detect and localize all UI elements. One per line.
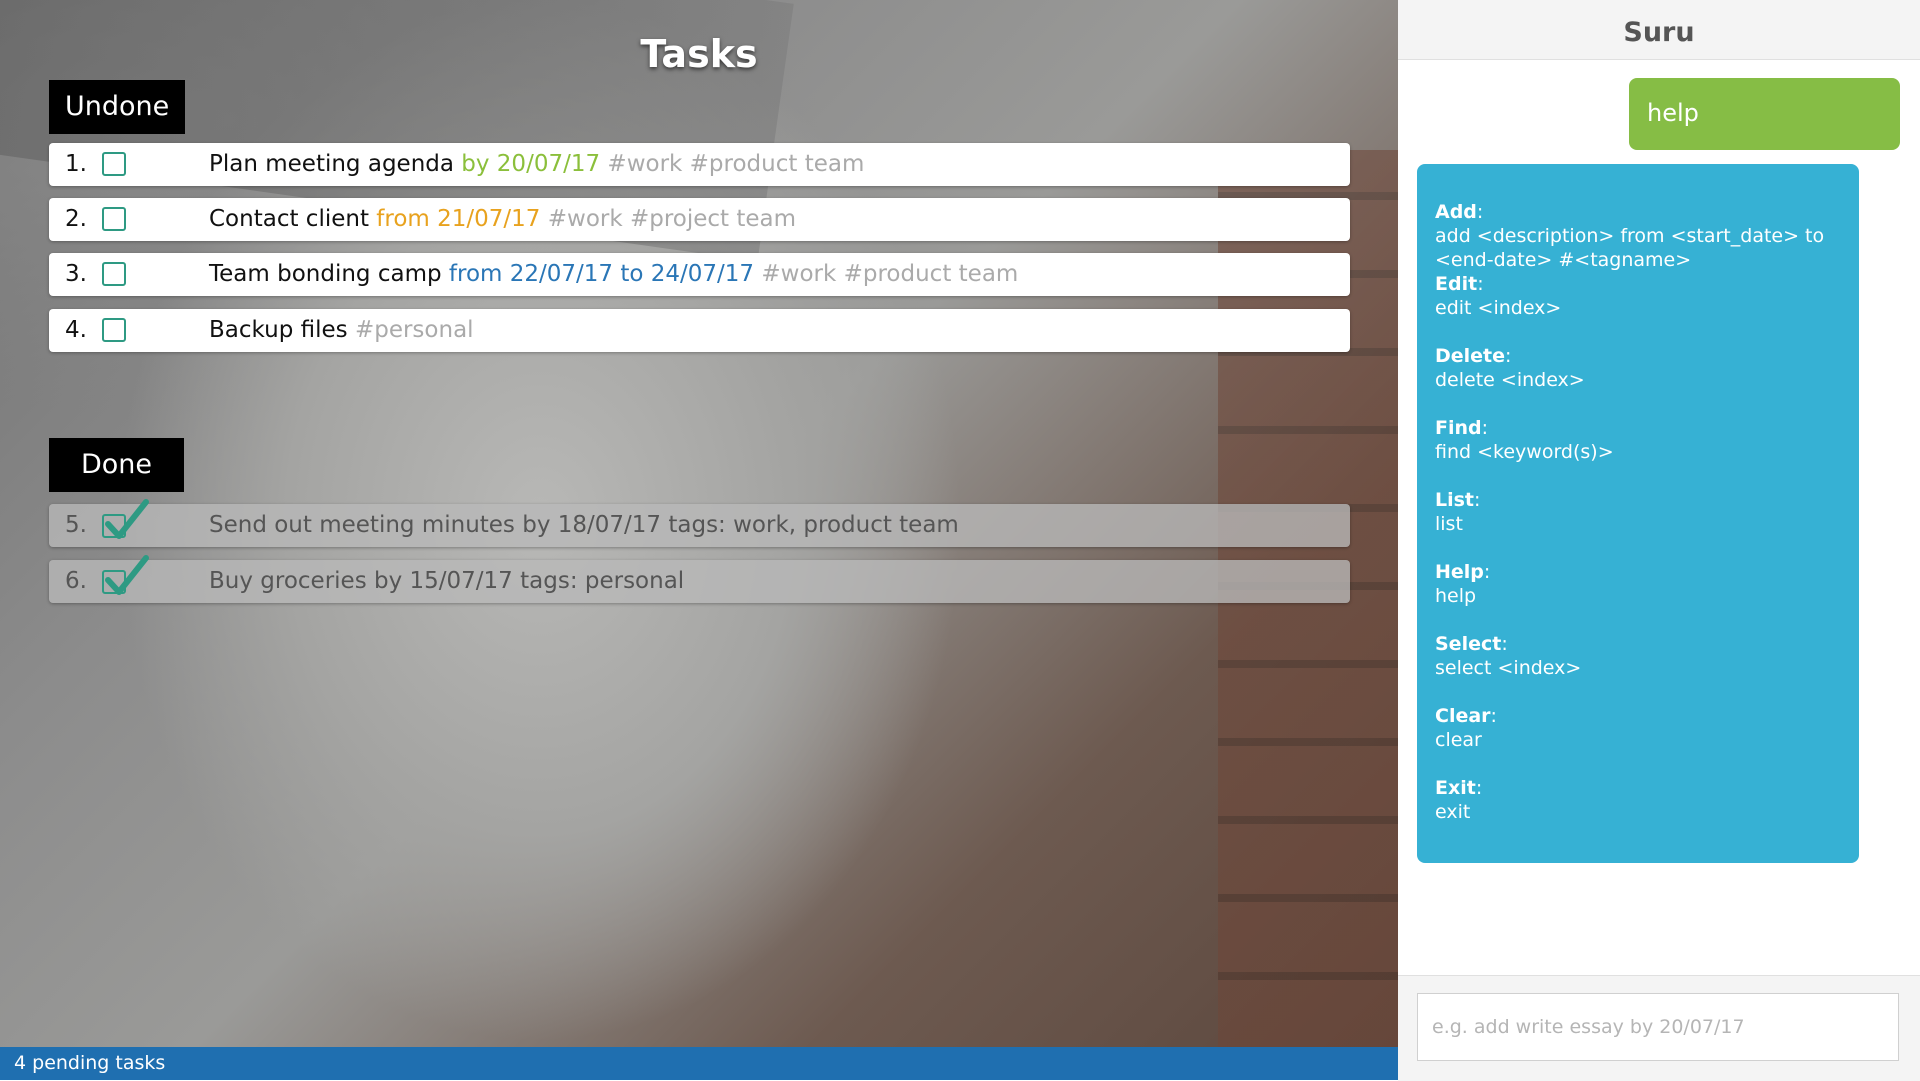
bot-response-bubble: Add: add <description> from <start_date>…: [1417, 164, 1859, 863]
task-tags: #personal: [354, 317, 474, 343]
command-name: Edit: [1435, 273, 1478, 295]
task-tags: #work #product team: [607, 151, 865, 177]
command-usage: exit: [1435, 801, 1471, 823]
checkmark-icon: [105, 555, 149, 595]
command-usage: help: [1435, 585, 1477, 607]
page-title: Tasks: [640, 32, 758, 76]
task-index: 4.: [65, 317, 87, 343]
task-row[interactable]: 1. Plan meeting agenda by 20/07/17 #work…: [49, 143, 1350, 186]
task-text: Contact client from 21/07/17 #work #proj…: [209, 198, 796, 241]
task-text: Buy groceries by 15/07/17 tags: personal: [209, 560, 684, 603]
task-description: Backup files: [209, 317, 348, 343]
command-usage: edit <index>: [1435, 297, 1562, 319]
command-help-item: Select: select <index>: [1435, 632, 1859, 680]
command-help-item: Edit: edit <index>: [1435, 272, 1859, 320]
command-usage: list: [1435, 513, 1463, 535]
command-usage: delete <index>: [1435, 369, 1585, 391]
checkmark-icon: [105, 499, 149, 539]
command-help-item: Delete: delete <index>: [1435, 344, 1859, 392]
command-help-item: List: list: [1435, 488, 1859, 536]
task-text: Backup files #personal: [209, 309, 474, 352]
task-row[interactable]: 3. Team bonding camp from 22/07/17 to 24…: [49, 253, 1350, 296]
command-name: Add: [1435, 201, 1477, 223]
command-name: Help: [1435, 561, 1484, 583]
command-input-area: [1398, 975, 1920, 1081]
command-help-item: Find: find <keyword(s)>: [1435, 416, 1859, 464]
command-name: List: [1435, 489, 1475, 511]
task-row-done[interactable]: 6. Buy groceries by 15/07/17 tags: perso…: [49, 555, 1350, 603]
command-name: Find: [1435, 417, 1482, 439]
task-date: by 20/07/17: [461, 151, 601, 177]
command-help-item: Exit: exit: [1435, 776, 1859, 824]
task-row[interactable]: 2. Contact client from 21/07/17 #work #p…: [49, 198, 1350, 241]
user-message-bubble: help: [1629, 78, 1900, 150]
task-checkbox[interactable]: [102, 152, 126, 176]
command-usage: clear: [1435, 729, 1482, 751]
command-usage: add <description> from <start_date> to <…: [1435, 225, 1825, 271]
task-description: Buy groceries by 15/07/17 tags: personal: [209, 568, 685, 594]
task-checkbox[interactable]: [102, 207, 126, 231]
undone-section-label: Undone: [49, 80, 186, 134]
chat-panel: Suru help Add: add <description> from <s…: [1398, 0, 1920, 1081]
command-input[interactable]: [1417, 993, 1899, 1061]
command-help-item: Add: add <description> from <start_date>…: [1435, 201, 1825, 271]
task-index: 3.: [65, 261, 87, 287]
command-usage: find <keyword(s)>: [1435, 441, 1614, 463]
command-name: Exit: [1435, 777, 1476, 799]
task-date: from 21/07/17: [376, 206, 541, 232]
command-help-item: Help: help: [1435, 560, 1859, 608]
task-row[interactable]: 4. Backup files #personal: [49, 309, 1350, 352]
tasks-panel: Tasks Undone 1. Plan meeting agenda by 2…: [0, 0, 1398, 1080]
task-text: Send out meeting minutes by 18/07/17 tag…: [209, 504, 959, 547]
command-help-item: Clear: clear: [1435, 704, 1859, 752]
command-name: Select: [1435, 633, 1502, 655]
task-row-done[interactable]: 5. Send out meeting minutes by 18/07/17 …: [49, 499, 1350, 547]
task-date: from 22/07/17 to 24/07/17: [448, 261, 755, 287]
task-checkbox[interactable]: [102, 262, 126, 286]
task-description: Plan meeting agenda: [209, 151, 454, 177]
status-bar: 4 pending tasks: [0, 1047, 1398, 1080]
task-description: Contact client: [209, 206, 369, 232]
task-text: Plan meeting agenda by 20/07/17 #work #p…: [209, 143, 864, 186]
task-index: 1.: [65, 151, 87, 177]
task-tags: #work #product team: [761, 261, 1019, 287]
task-checkbox[interactable]: [102, 318, 126, 342]
task-index: 5.: [65, 512, 87, 538]
done-section-label: Done: [49, 438, 185, 492]
task-description: Send out meeting minutes by 18/07/17 tag…: [209, 512, 959, 538]
task-text: Team bonding camp from 22/07/17 to 24/07…: [209, 253, 1018, 296]
task-index: 6.: [65, 568, 87, 594]
command-usage: select <index>: [1435, 657, 1582, 679]
command-name: Delete: [1435, 345, 1506, 367]
task-description: Team bonding camp: [209, 261, 442, 287]
task-index: 2.: [65, 206, 87, 232]
chat-title: Suru: [1398, 0, 1920, 60]
task-tags: #work #project team: [547, 206, 797, 232]
command-name: Clear: [1435, 705, 1491, 727]
